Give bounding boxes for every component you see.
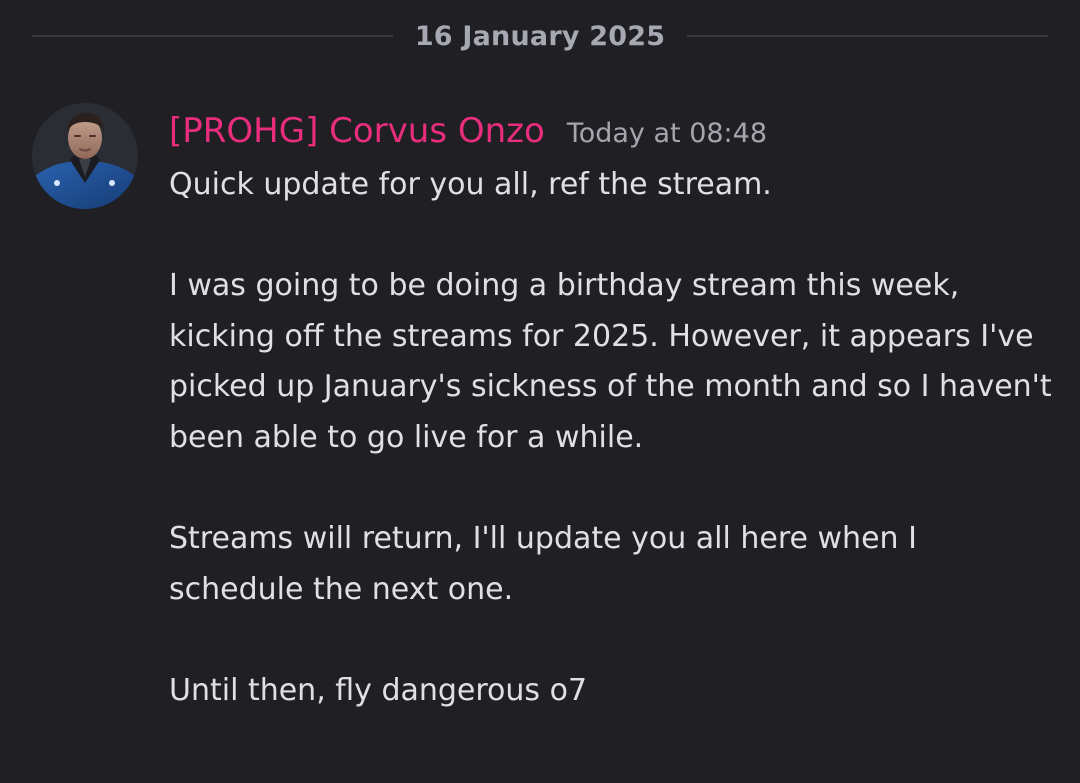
- message-paragraph: Streams will return, I'll update you all…: [169, 521, 917, 607]
- message-timestamp: Today at 08:48: [566, 118, 768, 149]
- user-avatar-icon[interactable]: [32, 103, 138, 209]
- date-divider-label: 16 January 2025: [414, 20, 666, 52]
- message-paragraph: I was going to be doing a birthday strea…: [169, 268, 1052, 455]
- date-divider: 16 January 2025: [32, 14, 1048, 58]
- message-content: Quick update for you all, ref the stream…: [169, 160, 1054, 717]
- date-divider-right-line: [687, 35, 1048, 37]
- author-username[interactable]: [PROHG] Corvus Onzo: [169, 109, 545, 153]
- date-divider-left-line: [32, 35, 393, 37]
- message-paragraph: Until then, fly dangerous o7: [169, 672, 588, 708]
- message-header: [PROHG] Corvus Onzo Today at 08:48: [169, 109, 767, 156]
- message-paragraph: Quick update for you all, ref the stream…: [169, 167, 772, 202]
